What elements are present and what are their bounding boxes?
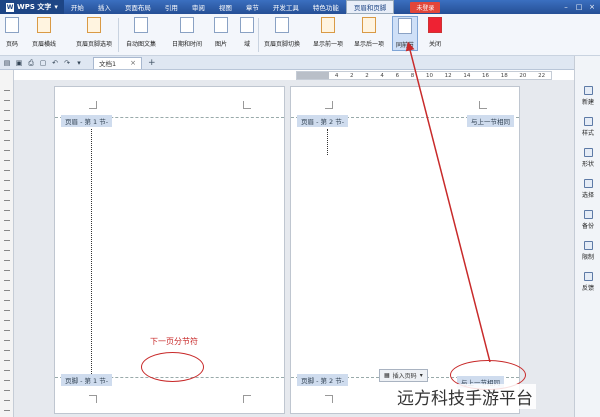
- sidebar-item-label: 备份: [581, 223, 594, 230]
- sidebar-item-2[interactable]: 形状: [575, 148, 600, 168]
- sidebar-item-label: 样式: [581, 130, 594, 137]
- right-task-pane: 新建样式形状选择备份限制反馈: [574, 56, 600, 417]
- sidebar-item-label: 反馈: [581, 285, 594, 292]
- sidebar-item-6[interactable]: 反馈: [575, 272, 600, 292]
- sidebar-item-3[interactable]: 选择: [575, 179, 600, 199]
- sidebar-item-0[interactable]: 新建: [575, 86, 600, 106]
- sidebar-item-label: 新建: [581, 99, 594, 106]
- sidebar-item-icon: [583, 241, 593, 250]
- sidebar-item-5[interactable]: 限制: [575, 241, 600, 261]
- sidebar-item-label: 选择: [581, 192, 594, 199]
- sidebar-item-icon: [583, 272, 593, 281]
- sidebar-item-label: 形状: [581, 161, 594, 168]
- sidebar-item-icon: [583, 179, 593, 188]
- sidebar-item-4[interactable]: 备份: [575, 210, 600, 230]
- sidebar-item-icon: [583, 148, 593, 157]
- sidebar-item-1[interactable]: 样式: [575, 117, 600, 137]
- annotation-arrow: [405, 41, 491, 363]
- sidebar-item-icon: [583, 210, 593, 219]
- sidebar-item-icon: [583, 117, 593, 126]
- arrow-line: [405, 41, 491, 363]
- watermark-text: 远方科技手游平台: [394, 384, 536, 409]
- sidebar-item-icon: [583, 86, 593, 95]
- sidebar-item-label: 限制: [581, 254, 594, 261]
